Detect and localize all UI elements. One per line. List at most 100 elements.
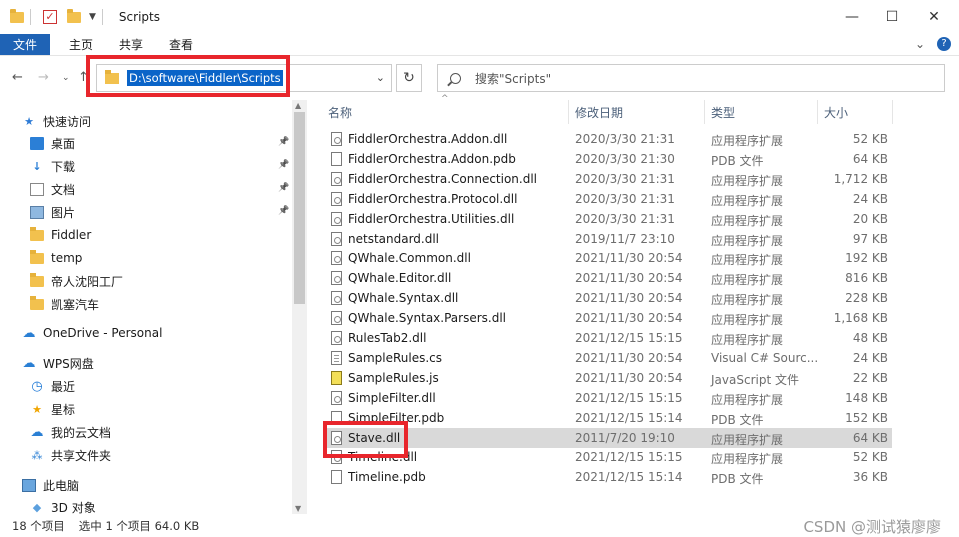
sidebar-item[interactable]: ☁ WPS网盘 [22,352,94,374]
column-divider[interactable] [568,100,569,124]
address-path[interactable]: D:\software\Fiddler\Scripts [127,70,283,86]
file-size: 148 KB [845,390,888,405]
file-size: 152 KB [845,410,888,425]
column-divider[interactable] [704,100,705,124]
forward-arrow-icon[interactable]: → [38,70,49,85]
file-date: 2019/11/7 23:10 [575,231,675,246]
sidebar-item[interactable]: ★ 快速访问 [22,110,91,132]
download-icon: ↓ [32,159,42,173]
close-button[interactable]: ✕ [911,0,957,34]
file-size: 22 KB [852,370,888,385]
sidebar-item[interactable]: temp [30,247,82,269]
file-type: 应用程序扩展 [711,392,784,407]
column-divider[interactable] [892,100,893,124]
search-input[interactable]: 搜索"Scripts" [437,64,945,92]
file-row[interactable]: FiddlerOrchestra.Addon.dll 2020/3/30 21:3… [324,129,892,149]
tab-view[interactable]: 查看 [156,34,206,55]
expand-ribbon-icon[interactable]: ⌄ [915,37,925,51]
sidebar-item[interactable]: 图片 [30,201,75,223]
sidebar-item[interactable]: ☁ OneDrive - Personal [22,322,163,344]
sidebar-item-label: 星标 [51,402,76,417]
ribbon-tabs: 文件 主页 共享 查看 ⌄ ? [0,34,959,56]
document-icon [30,182,44,196]
new-folder-icon[interactable] [67,8,81,23]
file-row[interactable]: Timeline.pdb 2021/12/15 15:14 PDB 文件 36 KB [324,467,892,487]
file-type: 应用程序扩展 [711,134,784,148]
file-row[interactable]: SampleRules.js 2021/11/30 20:54 JavaScript… [324,368,892,388]
sidebar-item[interactable]: 桌面 [30,132,75,154]
file-row[interactable]: QWhale.Common.dll 2021/11/30 20:54 应用程序扩展 1… [324,248,892,268]
back-arrow-icon[interactable]: ← [12,70,23,85]
scroll-down-icon[interactable]: ▼ [295,504,301,513]
file-size: 192 KB [845,251,888,266]
sidebar-scrollbar[interactable]: ▲ ▼ [292,100,307,514]
file-type: 应用程序扩展 [711,253,784,268]
pin-icon[interactable]: 📌 [278,137,289,147]
file-row[interactable]: netstandard.dll 2019/11/7 23:10 应用程序扩展 97 K… [324,229,892,249]
file-row[interactable]: RulesTab2.dll 2021/12/15 15:15 应用程序扩展 48 KB [324,328,892,348]
sidebar-item[interactable]: Fiddler [30,224,91,246]
sidebar-item[interactable]: 帝人沈阳工厂 [30,270,123,292]
sidebar-item-label: 此电脑 [43,478,80,493]
column-header-name[interactable]: 名称 [328,100,352,124]
sidebar-item[interactable]: ↓ 下载 [30,155,75,177]
tab-file[interactable]: 文件 [0,34,50,55]
pdb-file-icon [331,470,342,485]
properties-icon[interactable]: ✓ [43,10,57,24]
sidebar-item-label: 帝人沈阳工厂 [51,274,124,289]
divider [101,9,103,25]
file-row[interactable]: SimpleFilter.pdb 2021/12/15 15:14 PDB 文件 15… [324,408,892,428]
tab-home[interactable]: 主页 [56,34,106,55]
pdb-file-icon [331,151,342,166]
column-divider[interactable] [817,100,818,124]
file-row[interactable]: FiddlerOrchestra.Utilities.dll 2020/3/30 … [324,209,892,229]
maximize-button[interactable]: ☐ [869,0,915,34]
sidebar-item[interactable]: ☁ 我的云文档 [30,421,112,443]
file-row[interactable]: FiddlerOrchestra.Connection.dll 2020/3/30… [324,169,892,189]
title-bar: ✓ ▼ Scripts — ☐ ✕ [0,0,959,34]
sidebar-item[interactable]: ◷ 最近 [30,375,75,397]
file-row[interactable]: FiddlerOrchestra.Protocol.dll 2020/3/30 2… [324,189,892,209]
file-type: 应用程序扩展 [711,313,784,328]
file-row[interactable]: FiddlerOrchestra.Addon.pdb 2020/3/30 21:3… [324,149,892,169]
pin-icon[interactable]: 📌 [278,183,289,193]
file-row[interactable]: SampleRules.cs 2021/11/30 20:54 Visual C# … [324,348,892,368]
refresh-button[interactable]: ↻ [396,64,422,92]
sidebar-item[interactable]: ⁂ 共享文件夹 [30,444,112,466]
up-arrow-icon[interactable]: ↑ [78,70,89,85]
help-icon[interactable]: ? [937,37,951,51]
selection-info: 选中 1 个项目 64.0 KB [78,518,200,533]
file-row[interactable]: QWhale.Editor.dll 2021/11/30 20:54 应用程序扩展 8… [324,268,892,288]
file-name: QWhale.Common.dll [348,251,471,266]
file-row[interactable]: SimpleFilter.dll 2021/12/15 15:15 应用程序扩展 14… [324,388,892,408]
scroll-up-icon[interactable]: ▲ [295,101,301,110]
recent-locations-icon[interactable]: ⌄ [62,73,70,83]
pin-icon[interactable]: 📌 [278,206,289,216]
scrollbar-thumb[interactable] [294,112,305,304]
file-date: 2020/3/30 21:31 [575,211,675,226]
file-name: Timeline.dll [348,450,418,465]
sidebar-item[interactable]: 凯塞汽车 [30,293,99,315]
dll-file-icon [331,311,342,326]
js-file-icon [331,370,342,385]
file-row[interactable]: QWhale.Syntax.dll 2021/11/30 20:54 应用程序扩展 2… [324,288,892,308]
sidebar-item[interactable]: 此电脑 [22,474,79,496]
column-header-size[interactable]: 大小 [824,100,848,124]
share-icon: ⁂ [31,448,43,462]
column-header-type[interactable]: 类型 [711,100,735,124]
address-bar[interactable]: D:\software\Fiddler\Scripts ⌄ [96,64,392,92]
column-header-date[interactable]: 修改日期 [575,100,623,124]
customize-qat-icon[interactable]: ▼ [89,12,96,22]
tab-share[interactable]: 共享 [106,34,156,55]
pin-icon[interactable]: 📌 [278,160,289,170]
sidebar-item[interactable]: ★ 星标 [30,398,75,420]
address-row: ← → ⌄ ↑ D:\software\Fiddler\Scripts ⌄ ↻ … [0,56,959,100]
star-icon: ★ [24,114,34,128]
file-name: QWhale.Syntax.Parsers.dll [348,311,507,326]
file-row[interactable]: Stave.dll 2011/7/20 19:10 应用程序扩展 64 KB [324,427,892,448]
file-row[interactable]: Timeline.dll 2021/12/15 15:15 应用程序扩展 52 KB [324,447,892,467]
file-row[interactable]: QWhale.Syntax.Parsers.dll 2021/11/30 20:5… [324,308,892,328]
dll-file-icon [331,430,342,445]
sidebar-item[interactable]: 文档 [30,178,75,200]
chevron-down-icon[interactable]: ⌄ [376,71,385,84]
